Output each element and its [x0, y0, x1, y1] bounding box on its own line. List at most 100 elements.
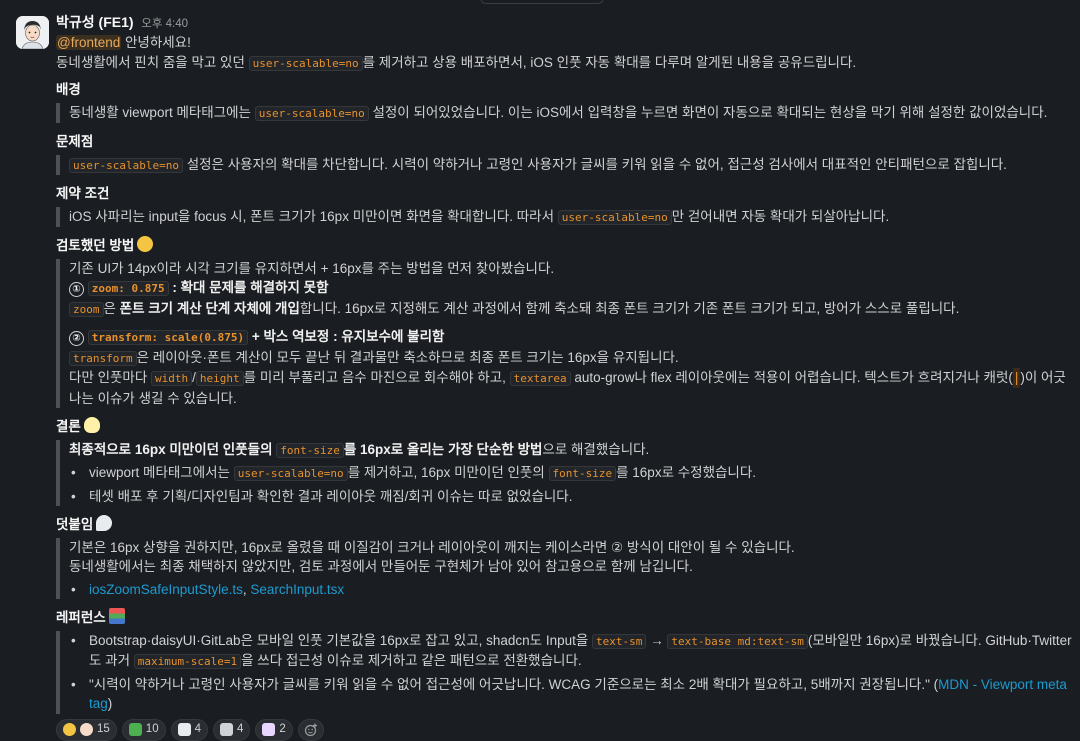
list-item: "시력이 약하거나 고령인 사용자가 글씨를 키워 읽을 수 없어 접근성에 어…	[69, 675, 1072, 714]
quote-problem: user-scalable=no 설정은 사용자의 확대를 차단합니다. 시력이…	[56, 154, 1072, 175]
reaction-custom-2[interactable]: 4	[213, 718, 251, 741]
custom-emoji-icon	[262, 723, 276, 736]
quote-conclusion: 최종적으로 16px 미만이던 인풋들의 font-size 를 16px로 올리…	[56, 439, 1072, 506]
quote-text: iOS 사파리는 input을 focus 시, 폰트 크기가 16px 미만이…	[69, 208, 558, 224]
option-2-title: ② transform: scale(0.875) + 박스 역보정 : 유지보…	[69, 327, 1072, 348]
section-title-approach: 검토했던 방법	[56, 236, 1072, 256]
timestamp[interactable]: 오후 4:40	[141, 18, 188, 30]
avatar-illustration	[16, 16, 49, 49]
link-ios-zoom-safe-input-style[interactable]: iosZoomSafeInputStyle.ts	[89, 582, 243, 597]
references-list: Bootstrap·daisyUI·GitLab은 모바일 인풋 기본값을 16…	[69, 631, 1072, 714]
ref-text: )	[107, 696, 113, 711]
mention-frontend[interactable]: @frontend	[56, 35, 122, 50]
quote-text: 설정이 되어있었습니다. 이는 iOS에서 입력창을 누르면 화면이 자동으로 …	[368, 104, 1048, 120]
circled-two-icon: ②	[69, 331, 84, 346]
quote-text: 설정은 사용자의 확대를 차단합니다. 시력이 약하거나 고령인 사용자가 글씨…	[182, 156, 1007, 172]
thumbs-up-icon	[63, 723, 76, 736]
custom-emoji-icon	[128, 723, 142, 736]
section-title-constraint: 제약 조건	[56, 186, 110, 201]
option-title-text: : 확대 문제를 해결하지 못함	[168, 280, 329, 295]
desc-text: 를 미리 부풀리고 음수 마진으로 회수해야 하고,	[243, 370, 510, 385]
list-item: 테셋 배포 후 기획/디자인팀과 확인한 결과 레이아웃 깨짐/회귀 이슈는 따…	[69, 487, 1072, 507]
greeting-text: 안녕하세요!	[121, 35, 191, 50]
list-item: Bootstrap·daisyUI·GitLab은 모바일 인풋 기본값을 16…	[69, 631, 1072, 672]
section-title-background: 배경	[56, 82, 81, 97]
inline-code: user-scalable=no	[557, 209, 672, 225]
inline-code: zoom	[69, 301, 104, 317]
reaction-count: 4	[237, 722, 244, 735]
inline-code: textarea	[509, 371, 571, 386]
intro-text: 를 제거하고 상용 배포하면서, iOS 인풋 자동 확대를 다루며 알게된 내…	[362, 54, 857, 70]
reaction-custom-3[interactable]: 2	[255, 718, 293, 741]
inline-code: transform	[69, 350, 137, 366]
inline-code: font-size	[548, 466, 617, 481]
section-title-references: 레퍼런스	[56, 608, 1072, 628]
add-reaction-button[interactable]	[297, 718, 324, 741]
quote-text: 만 걷어내면 자동 확대가 되살아납니다.	[671, 208, 890, 224]
inline-code: text-base md:text-sm	[667, 633, 808, 649]
list-item: viewport 메타태그에서는 user-scalable=no를 제거하고,…	[69, 463, 1072, 484]
ref-text: Bootstrap·daisyUI·GitLab은 모바일 인풋 기본값을 16…	[89, 632, 593, 648]
inline-code: user-scalable=no	[69, 157, 183, 173]
addendum-text: 기본은 16px 상향을 권하지만, 16px로 올렸을 때 이질감이 크거나 …	[69, 539, 795, 555]
option-2-desc-1: transform 은 레이아웃·폰트 계산이 모두 끝난 뒤 결과물만 축소하므…	[69, 348, 1072, 369]
desc-text: 은	[103, 300, 120, 316]
inline-code: maximum-scale=1	[133, 654, 242, 669]
section-title-addendum: 덧붙임	[56, 515, 1072, 535]
option-1-desc: zoom 은 폰트 크기 계산 단계 자체에 개입합니다. 16px로 지정해도 …	[69, 299, 1072, 320]
avatar[interactable]	[16, 16, 49, 49]
conclusion-lead: 최종적으로 16px 미만이던 인풋들의 font-size 를 16px로 올리…	[69, 440, 1072, 461]
quote-addendum: 기본은 16px 상향을 권하지만, 16px로 올렸을 때 이질감이 크거나 …	[56, 537, 1072, 600]
section-title-conclusion: 결론	[56, 417, 1072, 437]
conclusion-list: viewport 메타태그에서는 user-scalable=no를 제거하고,…	[69, 463, 1072, 506]
ref-text: →	[646, 632, 668, 648]
inline-code: user-scalable=no	[248, 55, 363, 71]
bold-text: 를 16px로 올리는 가장 단순한 방법	[343, 441, 543, 457]
inline-code: user-scalable=no	[233, 466, 348, 481]
reaction-count: 15	[97, 722, 110, 735]
message-body: 박규성 (FE1) 오후 4:40 @frontend 안녕하세요! 동네생활에…	[56, 13, 1072, 741]
section-title-text: 덧붙임	[56, 517, 94, 532]
custom-emoji-icon	[220, 723, 233, 736]
ref-text: 을 쓰다 접근성 이슈로 제거하고 같은 패턴으로 전환했습니다.	[241, 653, 582, 668]
books-icon	[108, 608, 125, 624]
inline-code: font-size	[276, 442, 344, 458]
add-reaction-icon	[304, 723, 317, 736]
reaction-thumbs-up[interactable]: 15	[56, 718, 117, 741]
link-search-input[interactable]: SearchInput.tsx	[250, 582, 344, 597]
message-header: 박규성 (FE1) 오후 4:40	[56, 13, 1072, 33]
light-bulb-icon	[83, 417, 100, 433]
quote-text: 동네생활 viewport 메타태그에는	[69, 104, 255, 120]
list-text: 를 제거하고, 16px 미만이던 인풋의	[347, 465, 549, 480]
intro-text: 동네생활에서 핀치 줌을 막고 있던	[56, 54, 249, 70]
desc-text: auto-grow나 flex 레이아웃에는 적용이 어렵습니다. 텍스트가 흐…	[570, 370, 1013, 385]
list-text: viewport 메타태그에서는	[89, 465, 234, 480]
approach-lead: 기존 UI가 14px이라 시각 크기를 유지하면서 + 16px를 주는 방법…	[69, 260, 555, 276]
section-title-text: 결론	[56, 419, 81, 434]
inline-code: height	[195, 371, 244, 386]
addendum-list: iosZoomSafeInputStyle.ts, SearchInput.ts…	[69, 580, 1072, 600]
section-title-problem: 문제점	[56, 134, 94, 149]
author-name[interactable]: 박규성 (FE1)	[56, 14, 134, 30]
greeting-line: @frontend 안녕하세요!	[56, 33, 1072, 53]
quote-constraint: iOS 사파리는 input을 focus 시, 폰트 크기가 16px 미만이…	[56, 206, 1072, 227]
desc-text: 은 레이아웃·폰트 계산이 모두 끝난 뒤 결과물만 축소하므로 최종 폰트 크…	[136, 349, 679, 365]
option-title-text: + 박스 역보정 : 유지보수에 불리함	[248, 329, 445, 344]
circled-one-icon: ①	[69, 282, 84, 297]
reaction-custom-korean[interactable]: 10	[121, 718, 166, 741]
list-text: 를 16px로 수정했습니다.	[616, 465, 757, 480]
option-1-title: ① zoom: 0.875 : 확대 문제를 해결하지 못함	[69, 278, 1072, 299]
inline-code: zoom: 0.875	[87, 281, 169, 296]
reactions-bar: 15 10 4 4 2	[56, 718, 1072, 741]
inline-code: width	[151, 371, 193, 386]
reaction-custom-1[interactable]: 4	[170, 718, 208, 741]
ref-text: "시력이 약하거나 고령인 사용자가 글씨를 키워 읽을 수 없어 접근성에 어…	[89, 676, 939, 692]
desc-text: 합니다. 16px로 지정해도 계산 과정에서 함께 축소돼 최종 폰트 크기가…	[299, 300, 960, 316]
inline-code: user-scalable=no	[254, 105, 369, 121]
list-item: iosZoomSafeInputStyle.ts, SearchInput.ts…	[69, 580, 1072, 600]
quote-references: Bootstrap·daisyUI·GitLab은 모바일 인풋 기본값을 16…	[56, 630, 1072, 714]
quote-background: 동네생활 viewport 메타태그에는 user-scalable=no 설정…	[56, 102, 1072, 123]
speech-balloon-icon	[96, 515, 113, 531]
reaction-count: 10	[145, 722, 159, 735]
addendum-text: 동네생활에서는 최종 채택하지 않았지만, 검토 과정에서 만들어둔 구현체가 …	[69, 559, 693, 574]
